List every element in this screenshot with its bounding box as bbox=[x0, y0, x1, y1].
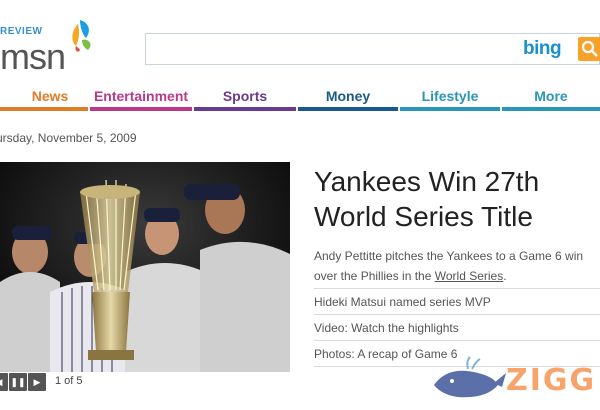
feature-photo-image bbox=[0, 162, 290, 372]
nav-item-news[interactable]: News bbox=[0, 87, 88, 111]
next-button[interactable]: ▶ bbox=[28, 373, 46, 391]
pause-button[interactable]: ❚❚ bbox=[9, 373, 27, 391]
nav-item-lifestyle[interactable]: Lifestyle bbox=[400, 87, 500, 111]
nav-underline bbox=[298, 107, 398, 111]
nav-underline bbox=[502, 107, 600, 111]
nav-underline bbox=[0, 107, 88, 111]
msn-logo[interactable]: msn bbox=[0, 36, 66, 78]
related-link[interactable]: Hideki Matsui named series MVP bbox=[314, 288, 600, 314]
nav-item-money[interactable]: Money bbox=[298, 87, 398, 111]
nav-label: Entertainment bbox=[93, 88, 189, 104]
nav-underline bbox=[90, 107, 192, 111]
watermark: ZIGG bbox=[428, 355, 600, 403]
search-input[interactable] bbox=[152, 40, 516, 60]
msn-butterfly-icon bbox=[72, 20, 91, 52]
nav-label: Sports bbox=[222, 88, 268, 104]
feature-headline[interactable]: Yankees Win 27th World Series Title bbox=[314, 164, 600, 234]
pause-icon: ❚❚ bbox=[10, 377, 26, 387]
main-nav: News Entertainment Sports Money Lifestyl… bbox=[0, 87, 600, 115]
nav-underline bbox=[400, 107, 500, 111]
search-box: bing bbox=[145, 33, 600, 65]
search-button[interactable] bbox=[578, 37, 600, 61]
slideshow-controls: ◀ ❚❚ ▶ 1 of 5 bbox=[0, 373, 120, 391]
previous-icon: ◀ bbox=[0, 377, 2, 387]
nav-label: Money bbox=[325, 88, 371, 104]
watermark-text: ZIGG bbox=[506, 363, 597, 398]
feature-summary: Andy Pettitte pitches the Yankees to a G… bbox=[314, 246, 600, 286]
search-icon bbox=[581, 40, 598, 57]
bing-logo: bing bbox=[523, 38, 562, 59]
nav-item-more[interactable]: More bbox=[502, 87, 600, 111]
feature-photo[interactable] bbox=[0, 162, 290, 372]
world-series-link[interactable]: World Series bbox=[435, 269, 503, 283]
summary-end: . bbox=[503, 269, 507, 283]
nav-item-entertainment[interactable]: Entertainment bbox=[90, 87, 192, 111]
related-link[interactable]: Video: Watch the highlights bbox=[314, 314, 600, 340]
previous-button[interactable]: ◀ bbox=[0, 373, 8, 391]
date-label: Thursday, November 5, 2009 bbox=[0, 131, 137, 145]
nav-label: Lifestyle bbox=[421, 88, 479, 104]
slide-counter: 1 of 5 bbox=[55, 375, 83, 387]
whale-icon bbox=[434, 356, 506, 398]
next-icon: ▶ bbox=[33, 377, 41, 387]
nav-item-sports[interactable]: Sports bbox=[194, 87, 296, 111]
nav-label: News bbox=[31, 88, 69, 104]
nav-label: More bbox=[534, 88, 568, 104]
date-text: Thursday, November 5, 2009 bbox=[0, 131, 137, 145]
nav-underline bbox=[194, 107, 296, 111]
